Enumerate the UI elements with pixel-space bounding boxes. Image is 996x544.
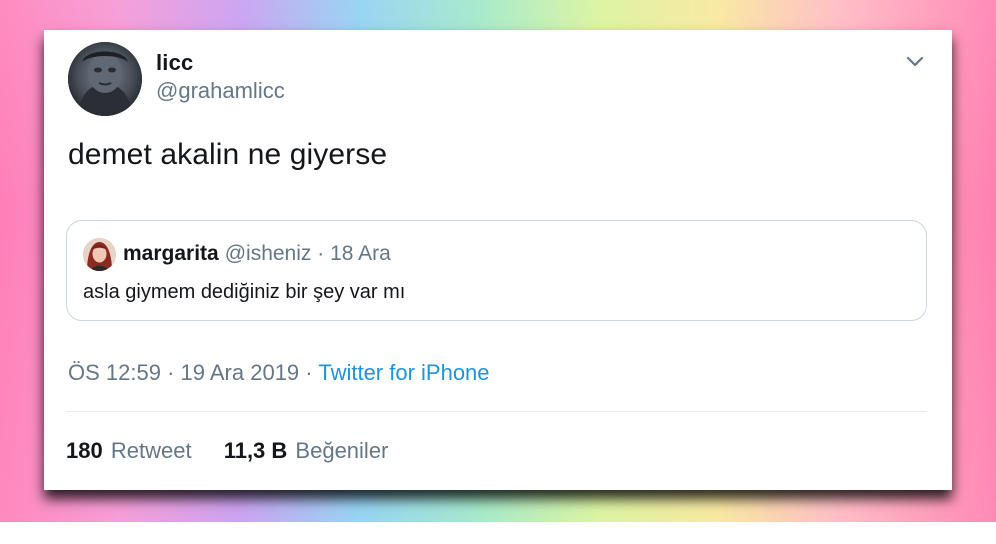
tweet-stats: 180 Retweet 11,3 B Beğeniler [66, 438, 414, 464]
timestamp[interactable]: ÖS 12:59 · 19 Ara 2019 [68, 360, 299, 385]
quoted-header: margarita @isheniz · 18 Ara [123, 242, 391, 266]
retweets-label: Retweet [110, 438, 192, 463]
chevron-down-icon[interactable] [904, 50, 926, 72]
likes-stat[interactable]: 11,3 B Beğeniler [224, 438, 389, 464]
quoted-author-name: margarita [123, 242, 219, 265]
quoted-meta: @isheniz · 18 Ara [224, 242, 391, 265]
author-name[interactable]: licc [156, 50, 194, 76]
quoted-tweet[interactable]: margarita @isheniz · 18 Ara asla giymem d… [66, 220, 927, 321]
tweet-card: licc @grahamlicc demet akalin ne giyerse… [44, 30, 952, 490]
retweets-count: 180 [66, 438, 103, 463]
retweets-stat[interactable]: 180 Retweet [66, 438, 192, 464]
quoted-avatar-image-icon [83, 238, 116, 271]
quoted-text: asla giymem dediğiniz bir şey var mı [83, 281, 406, 303]
tweet-meta: ÖS 12:59 · 19 Ara 2019 · Twitter for iPh… [68, 360, 490, 386]
author-avatar[interactable] [68, 42, 142, 116]
author-handle[interactable]: @grahamlicc [156, 78, 285, 104]
tweet-text: demet akalin ne giyerse [68, 138, 388, 171]
avatar-image-icon [68, 42, 142, 116]
likes-label: Beğeniler [295, 438, 389, 463]
divider [66, 411, 927, 412]
source-link[interactable]: Twitter for iPhone [318, 360, 489, 385]
quoted-author-avatar[interactable] [83, 238, 116, 271]
meta-separator: · [305, 360, 313, 385]
bottom-white-band [0, 522, 996, 544]
likes-count: 11,3 B [223, 438, 288, 463]
